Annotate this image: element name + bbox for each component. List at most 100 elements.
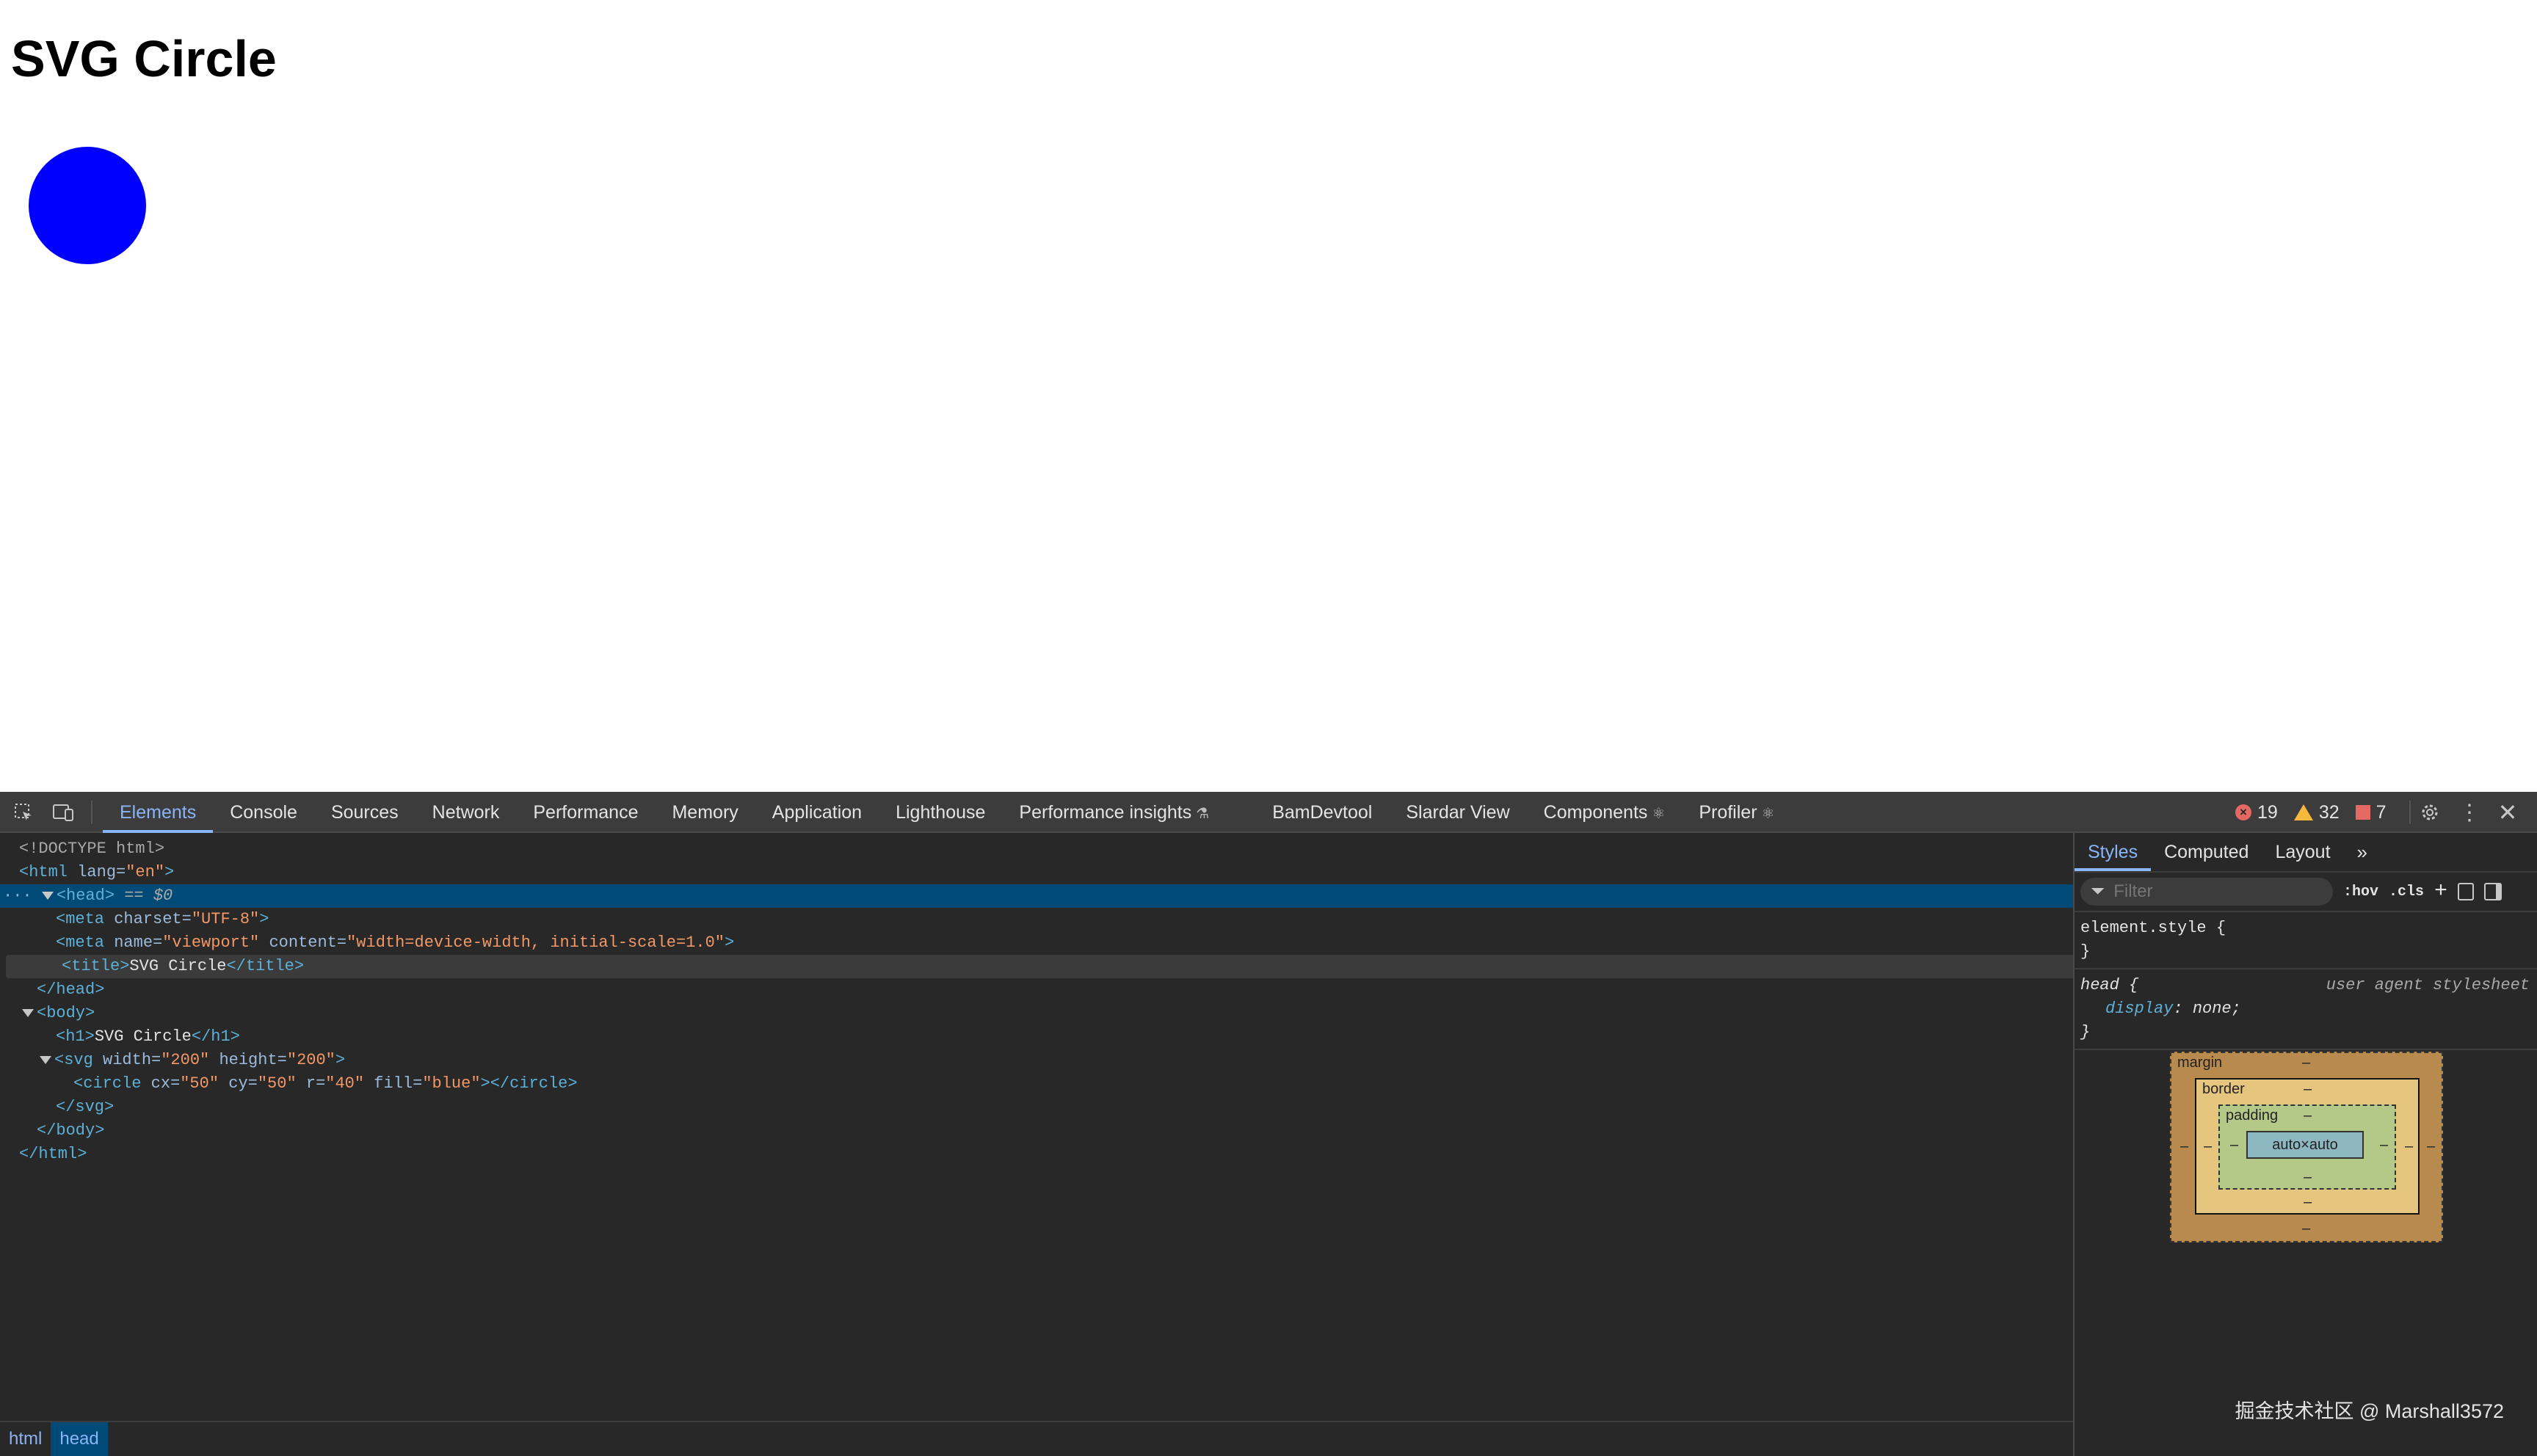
- issue-flag-icon: [2355, 805, 2370, 820]
- padding-bottom-value: –: [2304, 1169, 2312, 1185]
- tag-end: >: [164, 863, 175, 881]
- tab-elements[interactable]: Elements: [103, 792, 214, 833]
- attr-name: fill=: [364, 1074, 423, 1093]
- tag-name: <title>: [62, 957, 130, 975]
- attr-value: "200": [161, 1051, 210, 1069]
- text-node: SVG Circle: [129, 957, 227, 975]
- element-style-rule[interactable]: element.style { }: [2075, 912, 2537, 969]
- hov-toggle[interactable]: :hov: [2343, 884, 2378, 900]
- elements-dom-tree[interactable]: <!DOCTYPE html> <html lang="en"> ··· <he…: [0, 833, 2123, 1456]
- expand-triangle-icon[interactable]: [22, 1008, 34, 1017]
- styles-sidebar: Styles Computed Layout » ⏷ :hov .cls + e…: [2073, 833, 2537, 1456]
- attr-value: "50": [180, 1074, 219, 1093]
- new-rule-plus-icon[interactable]: +: [2434, 879, 2447, 904]
- expand-triangle-icon[interactable]: [40, 1055, 51, 1064]
- tag-name: </head>: [37, 980, 105, 999]
- attr-name: charset=: [104, 910, 192, 928]
- dom-line-html[interactable]: <html lang="en">: [0, 861, 2092, 884]
- selected-marker: == $0: [115, 887, 173, 905]
- border-bottom-value: –: [2304, 1194, 2312, 1210]
- watermark-text: 掘金技术社区 @ Marshall3572: [2235, 1400, 2504, 1422]
- dom-line-head-selected[interactable]: ··· <head> == $0: [0, 884, 2076, 908]
- attr-name: r=: [296, 1074, 326, 1093]
- breadcrumb-html[interactable]: html: [0, 1422, 51, 1456]
- dom-line-svg[interactable]: <svg width="200" height="200">: [0, 1049, 2113, 1072]
- attr-name: cy=: [219, 1074, 258, 1093]
- box-model-padding[interactable]: padding – – – – auto×auto: [2218, 1104, 2396, 1190]
- tab-console[interactable]: Console: [213, 792, 314, 833]
- dom-line-circle[interactable]: <circle cx="50" cy="50" r="40" fill="blu…: [0, 1072, 2146, 1096]
- padding-label: padding: [2226, 1107, 2279, 1124]
- paint-brush-icon[interactable]: [2458, 883, 2475, 900]
- element-style-selector: element.style {: [2080, 919, 2226, 937]
- attr-value: "width=device-width, initial-scale=1.0": [346, 933, 725, 952]
- tab-performance-insights[interactable]: Performance insights ⚗: [1002, 792, 1226, 833]
- dom-line-doctype[interactable]: <!DOCTYPE html>: [0, 837, 2092, 861]
- tag-end: >: [259, 910, 269, 928]
- dom-line-title[interactable]: <title>SVG Circle</title>: [6, 955, 2123, 978]
- react-icon: ⚛: [1761, 806, 1775, 822]
- dom-line-svg-close[interactable]: </svg>: [0, 1096, 2129, 1119]
- tab-components[interactable]: Components ⚛: [1527, 792, 1683, 833]
- inspect-element-icon[interactable]: [10, 799, 37, 826]
- issue-counter[interactable]: 7: [2355, 801, 2387, 823]
- tab-styles[interactable]: Styles: [2075, 833, 2152, 871]
- expand-triangle-icon[interactable]: [41, 891, 54, 900]
- dom-line-html-close[interactable]: </html>: [0, 1143, 2092, 1166]
- dom-line-head-close[interactable]: </head>: [0, 978, 2110, 1002]
- tag-name: </h1>: [191, 1027, 240, 1046]
- svg-canvas: [29, 147, 146, 264]
- dom-line-body[interactable]: <body>: [0, 1002, 2095, 1025]
- attr-name: lang=: [68, 863, 126, 881]
- tab-sources[interactable]: Sources: [314, 792, 415, 833]
- margin-bottom-value: –: [2302, 1220, 2311, 1237]
- tab-lighthouse[interactable]: Lighthouse: [879, 792, 1002, 833]
- box-model-border[interactable]: border – – – – padding – – – – auto×auto: [2195, 1078, 2420, 1215]
- settings-gear-icon[interactable]: [2417, 799, 2443, 826]
- user-agent-stylesheet-label: user agent stylesheet: [2326, 976, 2530, 994]
- tab-performance[interactable]: Performance: [516, 792, 655, 833]
- react-icon: ⚛: [1652, 806, 1666, 822]
- more-dots-icon[interactable]: ···: [3, 887, 42, 905]
- page-viewport: SVG Circle: [0, 0, 2537, 792]
- tab-layout[interactable]: Layout: [2262, 833, 2343, 871]
- device-toolbar-icon[interactable]: [50, 799, 76, 826]
- box-model-margin[interactable]: margin – – – – border – – – – padding – …: [2170, 1052, 2443, 1242]
- tag-name: </svg>: [56, 1098, 115, 1116]
- toggle-sidebar-icon[interactable]: [2484, 883, 2502, 900]
- attr-value: "blue": [422, 1074, 481, 1093]
- tab-profiler[interactable]: Profiler ⚛: [1682, 792, 1791, 833]
- more-options-icon[interactable]: ⋮: [2456, 799, 2483, 826]
- tab-computed[interactable]: Computed: [2151, 833, 2262, 871]
- breadcrumb-head[interactable]: head: [51, 1422, 108, 1456]
- margin-right-value: –: [2427, 1138, 2436, 1154]
- tab-network[interactable]: Network: [415, 792, 517, 833]
- tag-end: >: [724, 933, 735, 952]
- dom-line-body-close[interactable]: </body>: [0, 1119, 2110, 1143]
- issue-count: 7: [2376, 801, 2387, 823]
- tab-profiler-label: Profiler: [1699, 802, 1757, 823]
- close-brace: }: [2080, 1023, 2091, 1041]
- tab-memory[interactable]: Memory: [655, 792, 755, 833]
- close-icon[interactable]: ✕: [2494, 799, 2521, 826]
- box-model-content[interactable]: auto×auto: [2246, 1131, 2364, 1159]
- dom-line-meta-charset[interactable]: <meta charset="UTF-8">: [0, 908, 2129, 931]
- tag-name: ></circle>: [480, 1074, 578, 1093]
- error-counter[interactable]: × 19: [2235, 802, 2278, 823]
- doctype-text: <!DOCTYPE html>: [19, 840, 165, 858]
- warning-counter[interactable]: 32: [2293, 802, 2340, 823]
- tab-bamdevtool[interactable]: BamDevtool: [1255, 792, 1389, 833]
- cls-toggle[interactable]: .cls: [2389, 884, 2424, 900]
- filter-box[interactable]: ⏷: [2080, 878, 2333, 906]
- dom-line-meta-viewport[interactable]: <meta name="viewport" content="width=dev…: [0, 931, 2129, 955]
- more-tabs-chevron-icon[interactable]: »: [2344, 833, 2381, 871]
- filter-input[interactable]: [2112, 881, 2292, 903]
- dom-line-h1[interactable]: <h1>SVG Circle</h1>: [0, 1025, 2129, 1049]
- tab-slardar-view[interactable]: Slardar View: [1389, 792, 1526, 833]
- tab-application[interactable]: Application: [755, 792, 879, 833]
- issue-counters[interactable]: × 19 32 7: [2235, 792, 2387, 833]
- margin-label: margin: [2177, 1055, 2223, 1071]
- attr-name: name=: [104, 933, 163, 952]
- head-ua-rule[interactable]: head { user agent stylesheet display: no…: [2075, 969, 2537, 1050]
- tag-name: <head>: [56, 887, 115, 905]
